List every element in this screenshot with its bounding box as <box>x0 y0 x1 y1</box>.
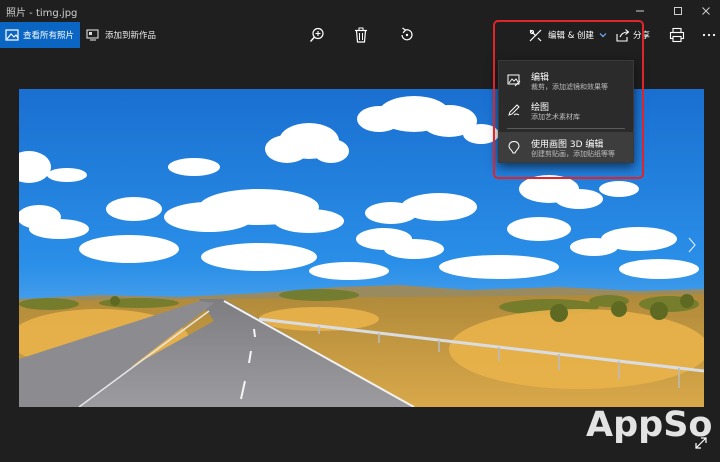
photo-gallery-icon <box>5 29 19 41</box>
maximize-icon <box>674 7 682 15</box>
minimize-button[interactable] <box>624 0 656 22</box>
rotate-button[interactable] <box>398 26 416 44</box>
add-new-label: 添加到新作品 <box>105 31 157 41</box>
printer-icon <box>669 27 685 43</box>
rotate-icon <box>401 27 413 41</box>
fullscreen-icon[interactable] <box>694 436 708 450</box>
close-button[interactable] <box>690 0 720 22</box>
more-icon <box>702 33 716 37</box>
view-all-label: 查看所有照片 <box>23 31 75 41</box>
zoom-button[interactable] <box>308 26 326 44</box>
next-image-chevron-icon[interactable] <box>688 236 696 254</box>
trash-icon <box>355 27 367 43</box>
close-icon <box>702 7 710 15</box>
print-button[interactable] <box>668 26 686 44</box>
minimize-icon <box>636 10 644 12</box>
window-title: 照片 - timg.jpg <box>6 8 78 19</box>
more-options-button[interactable] <box>700 26 718 44</box>
add-creation-icon <box>86 29 99 41</box>
delete-button[interactable] <box>352 26 370 44</box>
zoom-in-icon <box>309 27 324 42</box>
title-bar: 照片 - timg.jpg <box>0 0 720 22</box>
view-all-photos-button[interactable]: 查看所有照片 <box>0 22 80 48</box>
add-to-new-creation-button[interactable]: 添加到新作品 <box>86 22 156 48</box>
highlight-annotation-box <box>493 20 644 179</box>
